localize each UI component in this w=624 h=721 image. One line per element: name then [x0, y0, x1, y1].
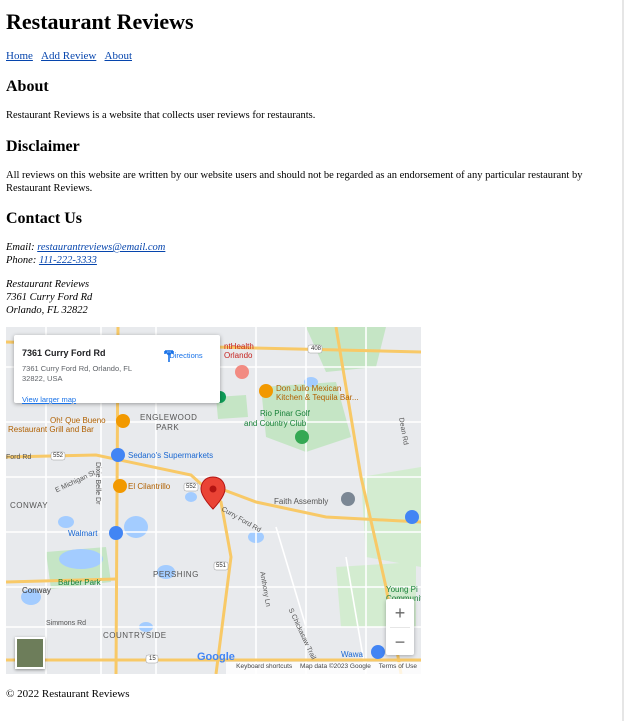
map-label-oh-que-bueno-2: Restaurant Grill and Bar — [8, 425, 94, 434]
map-label-conway: Conway — [22, 586, 51, 595]
phone-line: Phone: 111-222-3333 — [6, 255, 97, 268]
zoom-out-button[interactable]: − — [386, 628, 414, 656]
email-link[interactable]: restaurantreviews@email.com — [37, 242, 165, 253]
about-heading: About — [6, 78, 49, 95]
map-label-barber-park: Barber Park — [58, 578, 101, 587]
map-label-simmons: Simmons Rd — [46, 620, 87, 627]
phone-label: Phone: — [6, 255, 37, 266]
email-line: Email: restaurantreviews@email.com — [6, 242, 165, 255]
map-label-don-julio: Don Julio Mexican — [276, 384, 342, 393]
map-attribution: Keyboard shortcuts Map data ©2023 Google… — [226, 662, 421, 674]
map-label-young-pine: Young Pi — [386, 585, 418, 594]
map-label-don-julio-2: Kitchen & Tequila Bar... — [276, 393, 359, 402]
map-label-ford-rd: Ford Rd — [6, 454, 32, 461]
address-line1: 7361 Curry Ford Rd — [6, 292, 93, 303]
map-label-wawa: Wawa — [341, 650, 363, 659]
map-label-countryside: COUNTRYSIDE — [103, 631, 167, 640]
map-shield-15: 15 — [149, 656, 156, 662]
site-title: Restaurant Reviews — [6, 9, 194, 34]
map-label-walmart: Walmart — [68, 529, 98, 538]
map-place-card: 7361 Curry Ford Rd 7361 Curry Ford Rd, O… — [14, 335, 220, 404]
nav-about-link[interactable]: About — [105, 50, 133, 62]
contact-heading: Contact Us — [6, 210, 82, 227]
disclaimer-heading: Disclaimer — [6, 138, 80, 155]
map-label-el-cilantrillo: El Cilantrillo — [128, 482, 171, 491]
address-line2: Orlando, FL 32822 — [6, 305, 88, 316]
map-data-text: Map data ©2023 Google — [299, 663, 371, 670]
map-label-faith-assembly: Faith Assembly — [274, 497, 329, 506]
map-label-adventhealth: ntHealth — [224, 342, 254, 351]
map-label-rio-pinar-2: and Country Club — [244, 419, 307, 428]
map-label-park: PARK — [156, 423, 180, 432]
about-text: Restaurant Reviews is a website that col… — [6, 110, 316, 121]
phone-link[interactable]: 111-222-3333 — [39, 255, 97, 266]
map-label-englewood: ENGLEWOOD — [140, 413, 198, 422]
map-zoom-controls: + − — [386, 599, 414, 655]
map-shield-551: 551 — [216, 563, 227, 569]
map-label-rio-pinar: Rio Pinar Golf — [260, 409, 310, 418]
page-footer: © 2022 Restaurant Reviews — [6, 688, 130, 700]
map-card-address: 7361 Curry Ford Rd, Orlando, FL 32822, U… — [22, 364, 132, 383]
map-label-pershing: PERSHING — [153, 570, 199, 579]
zoom-in-button[interactable]: + — [386, 599, 414, 627]
map-shield-552-west: 552 — [53, 453, 64, 459]
email-label: Email: — [6, 242, 35, 253]
disclaimer-text: All reviews on this website are written … — [6, 170, 583, 194]
directions-icon — [164, 350, 174, 362]
map-label-orlando-hospital: Orlando — [224, 351, 253, 360]
map-card-title: 7361 Curry Ford Rd — [22, 348, 106, 358]
map-label-dixie-belle: Dixie Belle Dr — [94, 462, 101, 505]
nav-add-review-link[interactable]: Add Review — [41, 50, 96, 62]
satellite-toggle-button[interactable] — [15, 637, 45, 669]
map-label-sedanos: Sedano's Supermarkets — [128, 451, 214, 460]
embedded-map[interactable]: ntHealth Orlando Don Julio Mexican Kitch… — [6, 327, 421, 674]
view-larger-map-link[interactable]: View larger map — [22, 395, 76, 404]
address-name: Restaurant Reviews — [6, 279, 90, 290]
nav-home-link[interactable]: Home — [6, 50, 33, 62]
map-label-conway-area: CONWAY — [10, 501, 49, 510]
map-shield-552: 552 — [186, 484, 197, 490]
map-label-oh-que-bueno: Oh! Que Bueno — [50, 416, 106, 425]
map-shield-408: 408 — [311, 346, 322, 352]
main-nav: Home Add Review About — [6, 50, 138, 62]
directions-button[interactable]: Directions — [162, 349, 210, 362]
terms-of-use-link[interactable]: Terms of Use — [379, 663, 417, 670]
keyboard-shortcuts-link[interactable]: Keyboard shortcuts — [236, 663, 292, 670]
